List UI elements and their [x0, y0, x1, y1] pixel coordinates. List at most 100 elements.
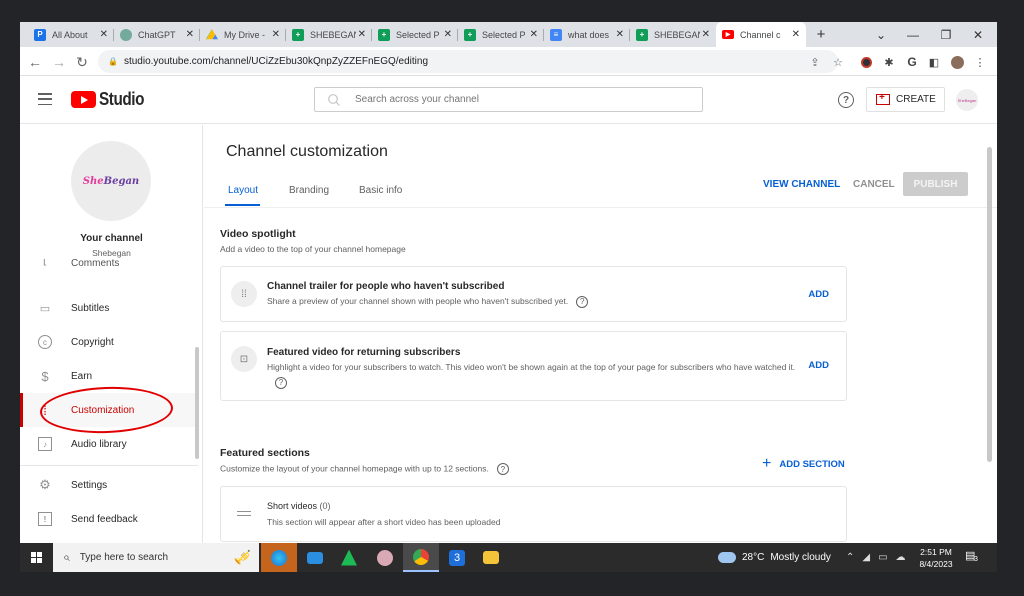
close-tab-icon[interactable]: ✕	[186, 29, 194, 40]
system-clock[interactable]: 2:51 PM 8/4/2023	[916, 546, 956, 570]
hamburger-menu-icon[interactable]	[38, 93, 52, 105]
browser-tab[interactable]: My Drive - ✕	[200, 22, 286, 47]
tab-search-icon[interactable]: ⌄	[865, 22, 897, 47]
search-input[interactable]	[355, 94, 702, 105]
browser-tab[interactable]: ChatGPT ✕	[114, 22, 200, 47]
back-icon[interactable]: ←	[26, 53, 44, 71]
close-tab-icon[interactable]: ✕	[530, 29, 538, 40]
browser-tab[interactable]: + Selected P ✕	[458, 22, 544, 47]
snipping-tool-icon	[377, 549, 393, 566]
taskbar-edge[interactable]	[261, 543, 297, 572]
minimize-button[interactable]: —	[897, 22, 929, 47]
close-tab-icon[interactable]: ✕	[100, 29, 108, 40]
sidebar-item-comments[interactable]: ⌊ Comments	[20, 259, 198, 273]
help-icon[interactable]: ?	[838, 92, 854, 108]
main-content: Channel customization Layout Branding Ba…	[204, 125, 997, 572]
plus-icon: +	[762, 455, 772, 472]
browser-tab-active[interactable]: ▶ Channel c ✕	[716, 22, 806, 47]
close-tab-icon[interactable]: ✕	[358, 29, 366, 40]
add-trailer-button[interactable]: ADD	[808, 289, 829, 300]
add-section-button[interactable]: + ADD SECTION	[762, 455, 845, 473]
weather-widget[interactable]: 28°C Mostly cloudy	[718, 543, 831, 572]
sidebar-item-settings[interactable]: ⚙ Settings	[20, 468, 198, 502]
taskbar-snipping[interactable]	[367, 543, 403, 572]
account-avatar[interactable]: SheBegan	[956, 89, 978, 111]
menu-kebab-icon[interactable]: ⋮	[972, 54, 988, 70]
section-card-short-videos[interactable]: Short videos (0) This section will appea…	[220, 486, 847, 542]
drag-handle-icon[interactable]	[237, 511, 251, 516]
channel-avatar[interactable]: She Began	[71, 141, 151, 221]
browser-tab[interactable]: ≡ what does ✕	[544, 22, 630, 47]
browser-tab[interactable]: + SHEBEGAN ✕	[630, 22, 716, 47]
browser-tab[interactable]: + Selected P ✕	[372, 22, 458, 47]
bookmark-star-icon[interactable]: ☆	[830, 54, 846, 70]
reload-icon[interactable]: ↻	[73, 53, 91, 71]
close-tab-icon[interactable]: ✕	[444, 29, 452, 40]
browser-tab[interactable]: + SHEBEGAN ✕	[286, 22, 372, 47]
restore-button[interactable]: ❐	[930, 22, 962, 47]
main-scrollbar[interactable]	[987, 147, 992, 462]
show-hidden-icons-chevron[interactable]: ⌃	[846, 552, 854, 563]
taskbar-app-green[interactable]	[331, 543, 367, 572]
add-featured-video-button[interactable]: ADD	[808, 360, 829, 371]
help-icon[interactable]: ?	[576, 295, 589, 308]
cancel-button[interactable]: CANCEL	[853, 179, 895, 190]
help-icon[interactable]: ?	[496, 463, 509, 475]
view-channel-button[interactable]: VIEW CHANNEL	[763, 179, 840, 190]
chrome-icon	[413, 548, 429, 565]
dollar-icon: $	[41, 368, 49, 384]
channel-trailer-card: ⁞⁞ Channel trailer for people who haven'…	[220, 266, 847, 322]
browser-window: P All About ✕ ChatGPT ✕ My Drive - ✕ + SHEBEG…	[20, 22, 997, 572]
tab-branding[interactable]: Branding	[289, 185, 329, 196]
taskbar-search-box[interactable]: ⌕ Type here to search 🎺	[53, 543, 259, 572]
weather-cloud-icon	[718, 547, 736, 563]
sidebar-scrollbar[interactable]	[195, 347, 199, 459]
browser-tab[interactable]: P All About ✕	[28, 22, 114, 47]
chatgpt-icon	[120, 28, 132, 41]
taskbar-app-3[interactable]: 3	[439, 543, 475, 572]
publish-button[interactable]: PUBLISH	[903, 172, 968, 196]
notification-center-icon[interactable]: ▤ 3	[965, 549, 981, 565]
youtube-icon: ▶	[722, 30, 734, 39]
share-icon[interactable]: ⇪	[807, 54, 823, 70]
onedrive-icon[interactable]: ☁	[896, 552, 906, 563]
grammarly-icon[interactable]: G	[904, 54, 920, 70]
close-window-button[interactable]: ✕	[962, 22, 994, 47]
wifi-icon[interactable]: ◢	[862, 552, 870, 563]
close-tab-icon[interactable]: ✕	[792, 29, 800, 40]
search-bar[interactable]	[314, 87, 703, 112]
card-title: Featured video for returning subscribers	[267, 347, 461, 358]
card-title: Channel trailer for people who haven't s…	[267, 281, 505, 292]
taskbar-chrome[interactable]	[403, 543, 439, 572]
tab-basic-info[interactable]: Basic info	[359, 185, 402, 196]
side-panel-icon[interactable]: ◧	[926, 54, 942, 70]
tab-layout[interactable]: Layout	[228, 185, 258, 196]
url-input[interactable]: 🔒 studio.youtube.com/channel/UCiZzEbu30k…	[98, 50, 838, 73]
blue-3-icon: 3	[449, 549, 465, 566]
sidebar-item-subtitles[interactable]: ▭ Subtitles	[20, 291, 198, 325]
trumpet-icon: 🎺	[233, 549, 251, 565]
youtube-logo-icon[interactable]	[71, 91, 96, 108]
extension-record-icon[interactable]	[858, 54, 874, 70]
windows-taskbar: ⌕ Type here to search 🎺 3 28°C Mostly cl…	[20, 543, 997, 572]
close-tab-icon[interactable]: ✕	[702, 29, 710, 40]
close-tab-icon[interactable]: ✕	[272, 29, 280, 40]
sheets-icon: +	[292, 28, 304, 41]
create-button[interactable]: CREATE	[866, 87, 945, 112]
new-tab-button[interactable]: +	[810, 22, 832, 47]
help-icon[interactable]: ?	[275, 376, 287, 389]
featured-video-icon: ⊡	[231, 346, 257, 372]
profile-avatar[interactable]	[949, 54, 965, 70]
close-tab-icon[interactable]: ✕	[616, 29, 624, 40]
forward-icon[interactable]: →	[50, 53, 68, 71]
video-spotlight-title: Video spotlight	[220, 228, 296, 240]
sidebar-item-copyright[interactable]: c Copyright	[20, 325, 198, 359]
extensions-puzzle-icon[interactable]: ✱	[881, 54, 897, 70]
studio-logo-text[interactable]: Studio	[99, 89, 144, 110]
taskbar-mail[interactable]	[297, 543, 333, 572]
search-icon	[328, 93, 340, 106]
sidebar-item-send-feedback[interactable]: ! Send feedback	[20, 502, 198, 536]
start-button[interactable]	[20, 543, 53, 572]
taskbar-file-explorer[interactable]	[473, 543, 509, 572]
battery-icon[interactable]: ▭	[878, 552, 887, 563]
